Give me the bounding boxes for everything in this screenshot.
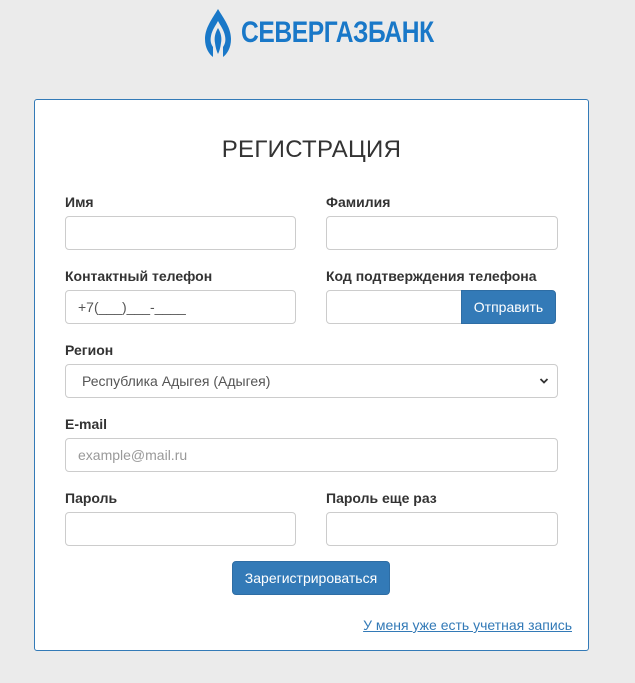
last-name-input[interactable] <box>326 216 558 250</box>
page-title: РЕГИСТРАЦИЯ <box>221 136 402 163</box>
phone-input[interactable]: +7(___)___-____ <box>65 290 296 324</box>
phone-code-input[interactable] <box>326 290 462 324</box>
region-select[interactable]: Республика Адыгея (Адыгея) <box>65 364 558 398</box>
first-name-label: Имя <box>65 194 94 210</box>
email-label: E-mail <box>65 416 108 432</box>
email-input[interactable]: example@mail.ru <box>65 438 558 472</box>
login-link[interactable]: У меня уже есть учетная запись <box>363 617 572 633</box>
email-placeholder: example@mail.ru <box>78 447 188 463</box>
flame-icon <box>205 9 231 57</box>
brand-logo: СЕВЕРГАЗБАНК <box>203 8 476 58</box>
password-input[interactable] <box>65 512 296 546</box>
password-repeat-input[interactable] <box>326 512 558 546</box>
region-label: Регион <box>65 342 114 358</box>
register-button[interactable]: Зарегистрироваться <box>232 561 390 595</box>
registration-card: РЕГИСТРАЦИЯ Имя Фамилия Контактный телеф… <box>34 99 589 651</box>
phone-label: Контактный телефон <box>65 268 213 284</box>
first-name-input[interactable] <box>65 216 296 250</box>
brand-name: СЕВЕРГАЗБАНК <box>241 16 434 49</box>
password-label: Пароль <box>65 490 118 506</box>
chevron-down-icon <box>539 378 549 384</box>
password-repeat-label: Пароль еще раз <box>326 490 437 506</box>
region-selected-value: Республика Адыгея (Адыгея) <box>82 373 271 389</box>
phone-code-label: Код подтверждения телефона <box>326 268 537 284</box>
last-name-label: Фамилия <box>326 194 391 210</box>
send-code-button[interactable]: Отправить <box>461 290 556 324</box>
